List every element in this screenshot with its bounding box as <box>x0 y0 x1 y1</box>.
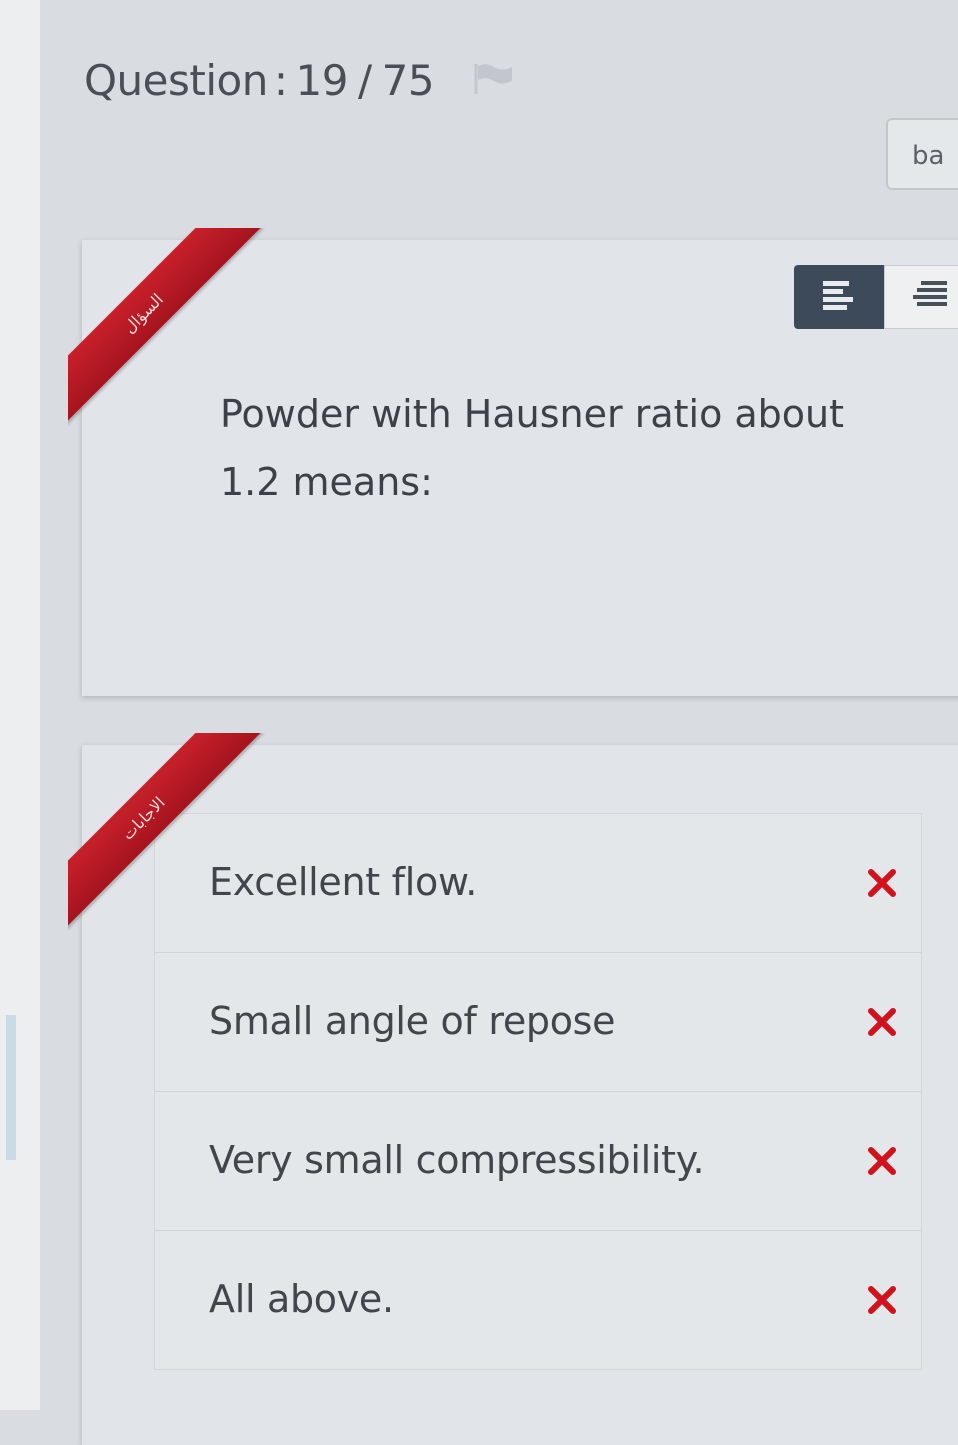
question-label: Question <box>84 55 268 105</box>
answer-option-text: Small angle of repose <box>209 999 616 1043</box>
question-ribbon-label: السؤال <box>68 228 262 432</box>
sidebar-highlight <box>6 1015 16 1160</box>
flag-icon[interactable] <box>472 62 518 100</box>
align-right-toggle-button[interactable] <box>884 265 958 329</box>
question-card: السؤال Powder with Hausner ratio about 1… <box>68 228 958 696</box>
align-left-icon <box>820 278 858 316</box>
align-left-toggle-button[interactable] <box>794 265 884 329</box>
answer-option-3[interactable]: Very small compressibility. <box>155 1092 921 1231</box>
align-right-icon <box>909 278 949 316</box>
answers-ribbon-label: الاجابات <box>68 733 262 937</box>
question-ribbon: السؤال <box>68 228 288 448</box>
total-questions: 75 <box>381 55 435 105</box>
x-mark-icon <box>867 1285 897 1319</box>
answer-option-text: Very small compressibility. <box>209 1138 705 1182</box>
question-count-slash: / <box>357 55 372 105</box>
x-mark-icon <box>867 1007 897 1041</box>
left-sidebar-edge <box>0 0 40 1410</box>
view-toggle <box>794 265 958 329</box>
x-mark-icon <box>867 1146 897 1180</box>
current-question-number: 19 <box>295 55 349 105</box>
question-text: Powder with Hausner ratio about 1.2 mean… <box>220 392 845 504</box>
answer-option-2[interactable]: Small angle of repose <box>155 953 921 1092</box>
question-label-separator: : <box>273 55 288 105</box>
answers-card: الاجابات Excellent flow. Small angle of … <box>68 733 958 1445</box>
answers-ribbon: الاجابات <box>68 733 288 953</box>
answer-option-4[interactable]: All above. <box>155 1231 921 1369</box>
answer-option-text: All above. <box>209 1277 394 1321</box>
question-counter: Question : 19 / 75 <box>84 50 518 110</box>
language-button[interactable]: ba <box>886 118 958 190</box>
x-mark-icon <box>867 868 897 902</box>
